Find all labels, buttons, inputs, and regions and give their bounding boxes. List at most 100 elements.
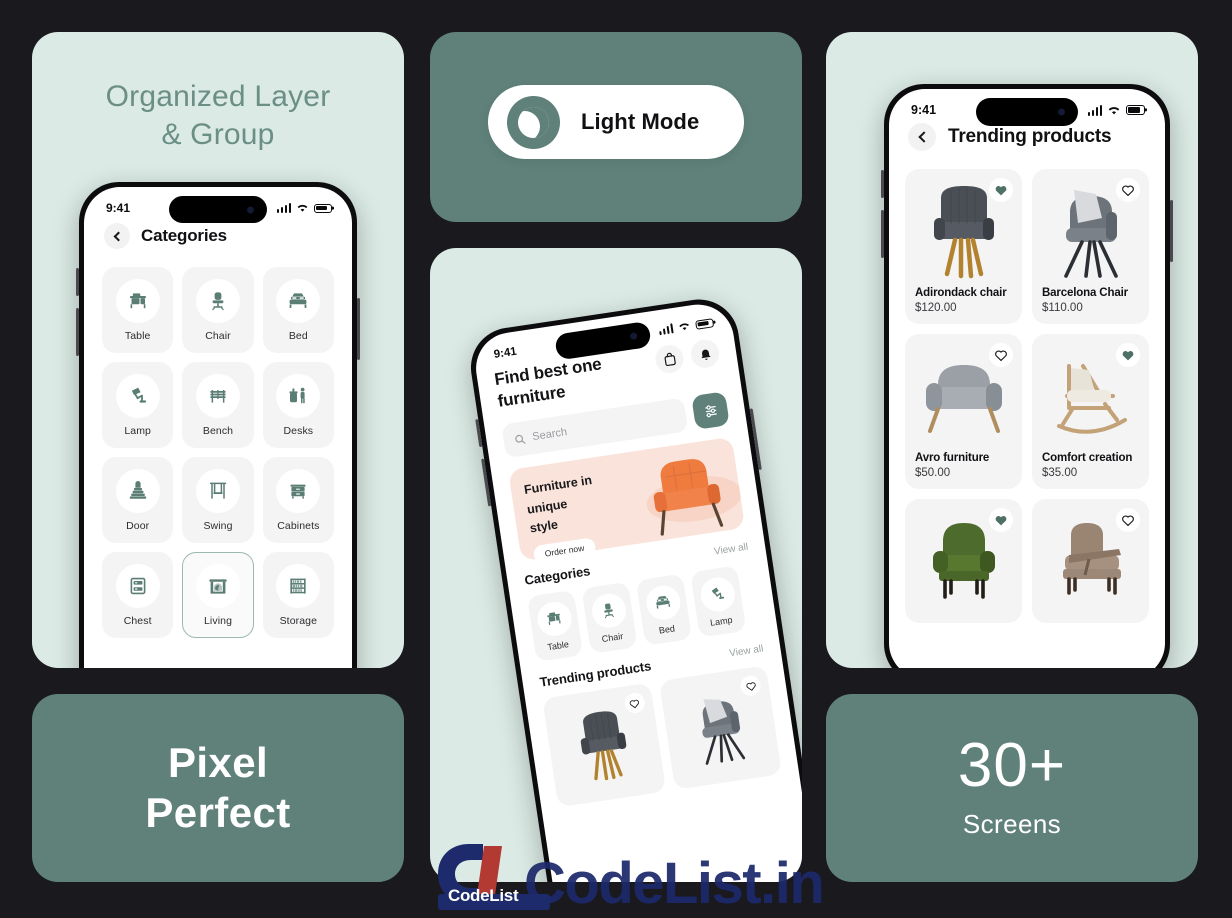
chair-icon — [589, 591, 628, 630]
panel-light-mode: Light Mode — [430, 32, 802, 222]
product-name: Adirondack chair — [915, 287, 1007, 299]
category-cell-desks[interactable]: Desks — [262, 362, 334, 448]
light-mode-toggle[interactable]: Light Mode — [488, 85, 744, 159]
category-cell-storage[interactable]: Storage — [262, 552, 334, 638]
category-cell-chair[interactable]: Chair — [182, 267, 254, 353]
page-title: Categories — [141, 226, 227, 245]
desks-icon — [276, 374, 321, 418]
trending-view-all[interactable]: View all — [729, 644, 765, 660]
category-cell-cabinets[interactable]: Cabinets — [262, 457, 334, 543]
category-label: Lamp — [124, 425, 151, 437]
pixel-perfect-line2: Perfect — [145, 789, 291, 836]
signal-icon — [276, 203, 291, 213]
product-card[interactable]: Avro furniture $50.00 — [905, 334, 1022, 489]
favorite-button[interactable] — [1116, 178, 1140, 202]
organized-headline-line1: Organized Layer — [105, 80, 331, 113]
home-category-lamp[interactable]: Lamp — [690, 565, 747, 638]
navbar-categories: Categories — [104, 223, 352, 249]
favorite-button[interactable] — [1116, 508, 1140, 532]
bed-icon — [643, 583, 683, 622]
product-card[interactable]: Comfort creation $35.00 — [1032, 334, 1149, 489]
product-card[interactable] — [905, 499, 1022, 623]
battery-icon — [1126, 105, 1145, 115]
phone-side-button[interactable] — [357, 298, 360, 360]
table-icon — [115, 279, 160, 323]
phone-side-button[interactable] — [1170, 200, 1173, 262]
search-placeholder-text: Search — [531, 426, 568, 444]
chest-icon — [115, 564, 160, 608]
back-chevron-icon — [917, 131, 930, 143]
notification-button[interactable] — [689, 337, 721, 370]
heart-outline-icon — [629, 699, 639, 708]
orange-armchair-illustration — [646, 459, 742, 536]
product-card[interactable] — [1032, 499, 1149, 623]
categories-view-all[interactable]: View all — [713, 542, 749, 558]
navbar-trending: Trending products — [908, 123, 1165, 151]
category-label: Storage — [279, 615, 318, 627]
category-label: Bed — [288, 330, 308, 342]
category-cell-bench[interactable]: Bench — [182, 362, 254, 448]
fireplace-icon — [195, 564, 240, 608]
category-label: Chair — [205, 330, 231, 342]
poster-canvas: Organized Layer & Group 9:41 Categories … — [0, 0, 1232, 918]
panel-screens-count: 30+ Screens — [826, 694, 1198, 882]
status-time: 9:41 — [911, 103, 937, 117]
category-label: Living — [203, 615, 233, 627]
categories-grid: Table Chair Bed Lamp Bench Desks Door Swing Cabi… — [102, 267, 334, 638]
shelf-icon — [276, 564, 321, 608]
products-grid: Adirondack chair $120.00 Barcelona Chair $1… — [905, 169, 1149, 623]
table-icon — [534, 599, 574, 639]
favorite-button[interactable] — [989, 178, 1013, 202]
filter-button[interactable] — [691, 391, 730, 431]
categories-section-title: Categories — [523, 563, 592, 589]
battery-icon — [694, 317, 715, 330]
swing-icon — [195, 469, 240, 513]
category-label: Bench — [202, 425, 234, 437]
status-bar: 9:41 — [84, 187, 352, 215]
lamp-icon — [697, 574, 737, 614]
favorite-button[interactable] — [989, 343, 1013, 367]
category-label: Chest — [123, 615, 152, 627]
home-category-bed[interactable]: Bed — [635, 573, 693, 646]
battery-icon — [314, 203, 332, 213]
order-now-button[interactable]: Order now — [532, 537, 597, 562]
bench-icon — [195, 374, 240, 418]
product-price: $50.00 — [915, 467, 951, 479]
category-label: Swing — [203, 520, 233, 532]
category-cell-bed[interactable]: Bed — [262, 267, 334, 353]
category-cell-swing[interactable]: Swing — [182, 457, 254, 543]
home-category-label: Lamp — [709, 614, 734, 628]
home-category-chair[interactable]: Chair — [581, 581, 638, 655]
back-button[interactable] — [908, 123, 936, 151]
screens-count: 30+ — [957, 731, 1067, 801]
home-trending-row — [542, 665, 783, 808]
category-cell-chest[interactable]: Chest — [102, 552, 174, 638]
heart-filled-icon — [1122, 351, 1134, 361]
category-cell-door[interactable]: Door — [102, 457, 174, 543]
category-cell-lamp[interactable]: Lamp — [102, 362, 174, 448]
home-heading: Find best one furniture — [493, 353, 606, 413]
screen-categories: 9:41 Categories Table Chair Bed Lamp Bench De… — [84, 187, 352, 668]
product-card[interactable]: Adirondack chair $120.00 — [905, 169, 1022, 324]
search-icon — [515, 434, 526, 444]
home-product-card[interactable] — [658, 665, 783, 791]
promo-banner[interactable]: Furniture in unique style Order now — [508, 436, 746, 562]
home-product-card[interactable] — [542, 682, 666, 808]
product-card[interactable]: Barcelona Chair $110.00 — [1032, 169, 1149, 324]
category-cell-table[interactable]: Table — [102, 267, 174, 353]
category-cell-living[interactable]: Living — [182, 552, 254, 638]
category-label: Table — [124, 330, 151, 342]
home-category-table[interactable]: Table — [527, 589, 584, 663]
favorite-button[interactable] — [1116, 343, 1140, 367]
back-button[interactable] — [104, 223, 130, 249]
codelist-logo-label: CodeList — [448, 886, 519, 905]
shopping-bag-button[interactable] — [653, 343, 686, 375]
heart-outline-icon — [1122, 515, 1134, 526]
favorite-button[interactable] — [989, 508, 1013, 532]
product-price: $35.00 — [1042, 467, 1078, 479]
status-time: 9:41 — [106, 201, 131, 215]
phone-categories: 9:41 Categories Table Chair Bed Lamp Bench De… — [76, 182, 360, 668]
heart-outline-icon — [1122, 185, 1134, 196]
wifi-icon — [679, 323, 689, 331]
chair-icon — [195, 279, 240, 323]
